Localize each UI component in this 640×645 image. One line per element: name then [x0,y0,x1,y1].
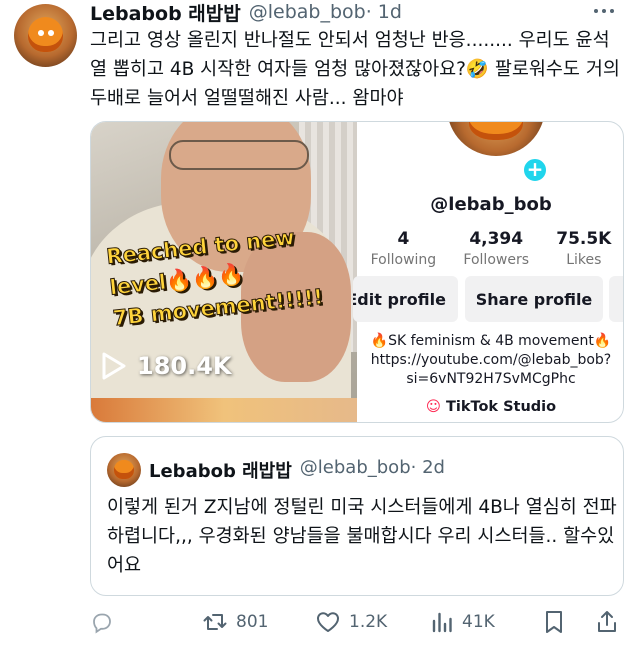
edit-profile-button: Edit profile [353,276,458,322]
bio-link: si=6vNT92H7SvMCgPhc [406,371,576,387]
tiktok-studio: ☺ TikTok Studio [357,399,623,415]
plus-icon[interactable]: + [521,156,549,184]
avatar-eye [48,30,54,37]
bio-link: https://youtube.com/@lebab_bob? [370,352,612,368]
stat-following: 4 Following [371,228,437,270]
view-count-value: 180.4K [137,352,232,380]
profile-avatar [447,122,545,156]
post-text: 그리고 영상 올린지 반나절도 안되서 엄청난 반응........ 우리도 윤… [90,30,620,109]
profile-bio: 🔥SK feminism & 4B movement🔥 https://yout… [357,332,623,389]
quote-time: · 2d [410,457,445,478]
profile-stats: 4 Following 4,394 Followers 75.5K Likes [357,228,623,270]
profile-button-row: Edit profile Share profile [353,276,623,322]
flame-character [468,122,524,141]
share-profile-button: Share profile [465,276,603,322]
share-button[interactable] [595,604,627,640]
play-icon [102,352,126,380]
retweet-count: 801 [236,612,269,632]
quote-header: Lebabob 래밥밥 @lebab_bob · 2d [149,457,445,483]
author-handle[interactable]: @lebab_bob [249,1,366,23]
share-icon [598,611,616,632]
bio-line: 🔥SK feminism & 4B movement🔥 [370,333,612,349]
views-count: 41K [462,612,495,632]
stat-number: 75.5K [556,229,612,249]
flame-character [27,16,64,52]
quoted-post[interactable]: Lebabob 래밥밥 @lebab_bob · 2d 이렇게 된거 Z지남에 … [90,436,624,596]
views-button[interactable]: 41K [430,604,495,640]
like-count: 1.2K [349,612,388,632]
stat-label: Followers [463,252,529,268]
flame-character [114,459,134,479]
stat-label: Likes [566,252,602,268]
avatar-eye [37,30,44,37]
profile-extra-button [609,276,623,322]
reply-button[interactable] [90,604,122,640]
profile-username: @lebab_bob [430,194,552,215]
author-avatar[interactable] [14,4,77,67]
action-bar: 801 1.2K 41K [90,604,624,640]
next-frame-strip [91,398,357,422]
quote-author-handle: @lebab_bob [299,457,411,478]
post-time[interactable]: · 1d [366,1,402,23]
quote-author-name: Lebabob 래밥밥 [149,461,292,482]
more-icon[interactable] [594,4,620,18]
quote-text: 이렇게 된거 Z지남에 정털린 미국 시스터들에게 4B나 열심히 전파하렵니다… [107,497,617,576]
view-count: 180.4K [102,352,232,380]
quote-author-avatar[interactable] [107,453,141,487]
stat-likes: 75.5K Likes [556,228,611,270]
glasses [169,140,309,170]
stat-followers: 4,394 Followers [463,228,529,270]
post-header: Lebabob 래밥밥 @lebab_bob · 1d [90,0,402,26]
heart-icon [317,612,339,632]
tiktok-studio-label: TikTok Studio [445,399,557,415]
tiktok-profile-panel: + @lebab_bob 4 Following 4,394 Followers… [353,122,623,422]
stat-number: 4 [397,229,410,249]
stat-label: Following [370,252,437,268]
stat-number: 4,394 [469,229,524,249]
reply-icon [93,613,111,634]
media-card[interactable]: Reached to new level🔥🔥🔥 7B movement!!!!!… [90,121,624,423]
author-name[interactable]: Lebabob 래밥밥 [90,0,241,26]
like-button[interactable]: 1.2K [315,604,387,640]
person-icon: ☺ [425,399,441,415]
video-thumbnail[interactable]: Reached to new level🔥🔥🔥 7B movement!!!!!… [91,122,357,422]
views-icon [432,612,452,633]
bookmark-button[interactable] [542,604,574,640]
retweet-button[interactable]: 801 [202,604,268,640]
retweet-icon [203,614,227,630]
bookmark-icon [546,611,562,633]
